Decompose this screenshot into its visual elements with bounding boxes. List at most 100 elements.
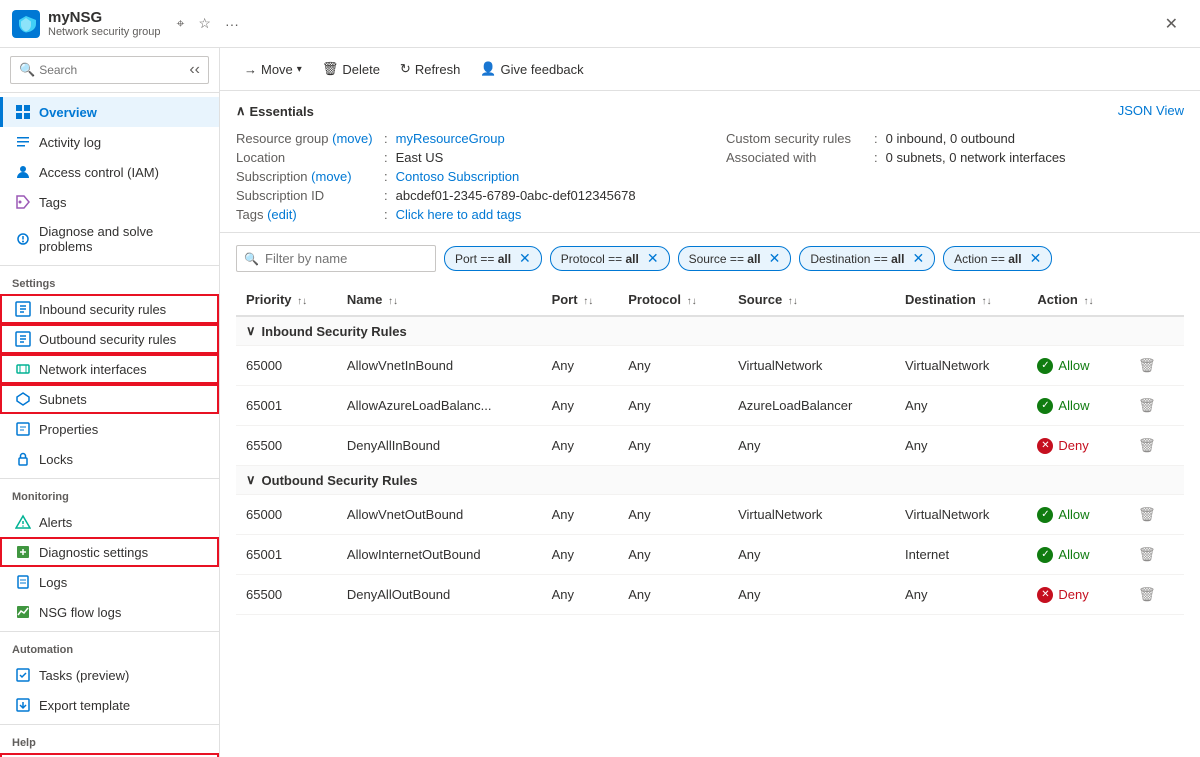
port-filter-close[interactable]: ✕	[519, 250, 531, 267]
favorite-icon[interactable]: ☆	[194, 11, 215, 36]
sidebar-item-diagnostic-settings[interactable]: Diagnostic settings	[0, 537, 219, 567]
add-tags-link[interactable]: Click here to add tags	[396, 207, 522, 222]
sidebar-item-label: Export template	[39, 698, 130, 713]
table-row[interactable]: 65001 AllowInternetOutBound Any Any Any …	[236, 535, 1184, 575]
sidebar-item-activity-log[interactable]: Activity log	[0, 127, 219, 157]
tags-icon	[15, 194, 31, 210]
json-view-link[interactable]: JSON View	[1118, 103, 1184, 118]
automation-section-title: Automation	[0, 631, 219, 660]
cell-port: Any	[542, 386, 619, 426]
sidebar-item-iam[interactable]: Access control (IAM)	[0, 157, 219, 187]
sidebar-item-inbound[interactable]: Inbound security rules	[0, 294, 219, 324]
inbound-icon	[15, 301, 31, 317]
sidebar-item-subnets[interactable]: Subnets	[0, 384, 219, 414]
table-row[interactable]: 65000 AllowVnetInBound Any Any VirtualNe…	[236, 346, 1184, 386]
inbound-collapse-icon[interactable]: ∨	[246, 323, 256, 339]
row-delete-button[interactable]: 🗑	[1132, 583, 1162, 606]
col-port[interactable]: Port ↑↓	[542, 284, 619, 316]
sidebar-item-properties[interactable]: Properties	[0, 414, 219, 444]
col-priority[interactable]: Priority ↑↓	[236, 284, 337, 316]
feedback-button[interactable]: 👤 Give feedback	[472, 56, 591, 82]
sub-move-link[interactable]: (move)	[311, 169, 351, 184]
move-button[interactable]: → Move ▾	[236, 57, 310, 82]
table-row[interactable]: 65500 DenyAllInBound Any Any Any Any ✕ D…	[236, 426, 1184, 466]
cell-priority: 65500	[236, 575, 337, 615]
cell-destination: VirtualNetwork	[895, 495, 1027, 535]
essentials-row-rg: Resource group (move) : myResourceGroup	[236, 129, 694, 148]
filter-by-name-input[interactable]	[236, 245, 436, 272]
sidebar-item-logs[interactable]: Logs	[0, 567, 219, 597]
port-filter-tag[interactable]: Port == all ✕	[444, 246, 542, 271]
cell-action: ✓ Allow	[1027, 346, 1122, 386]
col-action[interactable]: Action ↑↓	[1027, 284, 1122, 316]
row-delete-button[interactable]: 🗑	[1132, 543, 1162, 566]
row-delete-button[interactable]: 🗑	[1132, 394, 1162, 417]
refresh-button[interactable]: ↻ Refresh	[392, 56, 468, 82]
sub-value-link[interactable]: Contoso Subscription	[396, 169, 520, 184]
row-delete-button[interactable]: 🗑	[1132, 503, 1162, 526]
sidebar-item-tasks[interactable]: Tasks (preview)	[0, 660, 219, 690]
cell-protocol: Any	[618, 495, 728, 535]
sidebar-item-overview[interactable]: Overview	[0, 97, 219, 127]
sidebar-item-label: Network interfaces	[39, 362, 147, 377]
pin-icon[interactable]: ⌖	[173, 11, 189, 36]
sidebar-item-diagnose[interactable]: Diagnose and solve problems	[0, 217, 219, 261]
protocol-filter-close[interactable]: ✕	[647, 250, 659, 267]
sidebar-item-export[interactable]: Export template	[0, 690, 219, 720]
table-row[interactable]: 65001 AllowAzureLoadBalanc... Any Any Az…	[236, 386, 1184, 426]
col-name[interactable]: Name ↑↓	[337, 284, 542, 316]
tags-edit-link[interactable]: (edit)	[267, 207, 297, 222]
network-interfaces-icon	[15, 361, 31, 377]
destination-sort-icon: ↑↓	[981, 296, 991, 307]
action-filter-tag[interactable]: Action == all ✕	[943, 246, 1052, 271]
essentials-toggle-button[interactable]: ∧ Essentials	[236, 103, 314, 119]
cell-protocol: Any	[618, 346, 728, 386]
sidebar: 🔍 ‹‹ Overview Activity log	[0, 48, 220, 757]
protocol-filter-tag[interactable]: Protocol == all ✕	[550, 246, 670, 271]
alerts-icon	[15, 514, 31, 530]
row-delete-button[interactable]: 🗑	[1132, 354, 1162, 377]
row-delete-button[interactable]: 🗑	[1132, 434, 1162, 457]
essentials-row-subscription: Subscription (move) : Contoso Subscripti…	[236, 167, 694, 186]
properties-icon	[15, 421, 31, 437]
allow-icon: ✓	[1037, 507, 1053, 523]
top-bar: myNSG Network security group ⌖ ☆ ··· ✕	[0, 0, 1200, 48]
sidebar-item-label: Access control (IAM)	[39, 165, 159, 180]
sidebar-item-network-interfaces[interactable]: Network interfaces	[0, 354, 219, 384]
action-filter-close[interactable]: ✕	[1030, 250, 1042, 267]
locks-icon	[15, 451, 31, 467]
destination-filter-tag[interactable]: Destination == all ✕	[799, 246, 935, 271]
name-sort-icon: ↑↓	[388, 296, 398, 307]
table-row[interactable]: 65000 AllowVnetOutBound Any Any VirtualN…	[236, 495, 1184, 535]
col-destination[interactable]: Destination ↑↓	[895, 284, 1027, 316]
source-filter-tag[interactable]: Source == all ✕	[678, 246, 792, 271]
cell-priority: 65001	[236, 386, 337, 426]
col-protocol[interactable]: Protocol ↑↓	[618, 284, 728, 316]
outbound-collapse-icon[interactable]: ∨	[246, 472, 256, 488]
sidebar-collapse-button[interactable]: ‹‹	[189, 61, 200, 79]
outbound-icon	[15, 331, 31, 347]
rg-move-link[interactable]: (move)	[332, 131, 372, 146]
search-input[interactable]	[39, 63, 185, 77]
diagnostic-icon	[15, 544, 31, 560]
delete-button[interactable]: 🗑 Delete	[314, 56, 388, 82]
more-icon[interactable]: ···	[221, 12, 243, 36]
destination-filter-close[interactable]: ✕	[912, 250, 924, 267]
diagnose-icon	[15, 231, 31, 247]
table-row[interactable]: 65500 DenyAllOutBound Any Any Any Any ✕ …	[236, 575, 1184, 615]
rg-value-link[interactable]: myResourceGroup	[396, 131, 505, 146]
sidebar-item-label: Diagnose and solve problems	[39, 224, 207, 254]
source-filter-close[interactable]: ✕	[769, 250, 781, 267]
sidebar-item-alerts[interactable]: Alerts	[0, 507, 219, 537]
essentials-row-subscription-id: Subscription ID : abcdef01-2345-6789-0ab…	[236, 186, 694, 205]
close-button[interactable]: ✕	[1155, 8, 1188, 40]
sidebar-item-nsg-flow[interactable]: NSG flow logs	[0, 597, 219, 627]
sidebar-item-tags[interactable]: Tags	[0, 187, 219, 217]
cell-port: Any	[542, 535, 619, 575]
sidebar-item-locks[interactable]: Locks	[0, 444, 219, 474]
sidebar-item-effective-rules[interactable]: Effective security rules	[0, 753, 219, 757]
sidebar-item-outbound[interactable]: Outbound security rules	[0, 324, 219, 354]
sidebar-item-label: Locks	[39, 452, 73, 467]
monitoring-section-title: Monitoring	[0, 478, 219, 507]
col-source[interactable]: Source ↑↓	[728, 284, 895, 316]
